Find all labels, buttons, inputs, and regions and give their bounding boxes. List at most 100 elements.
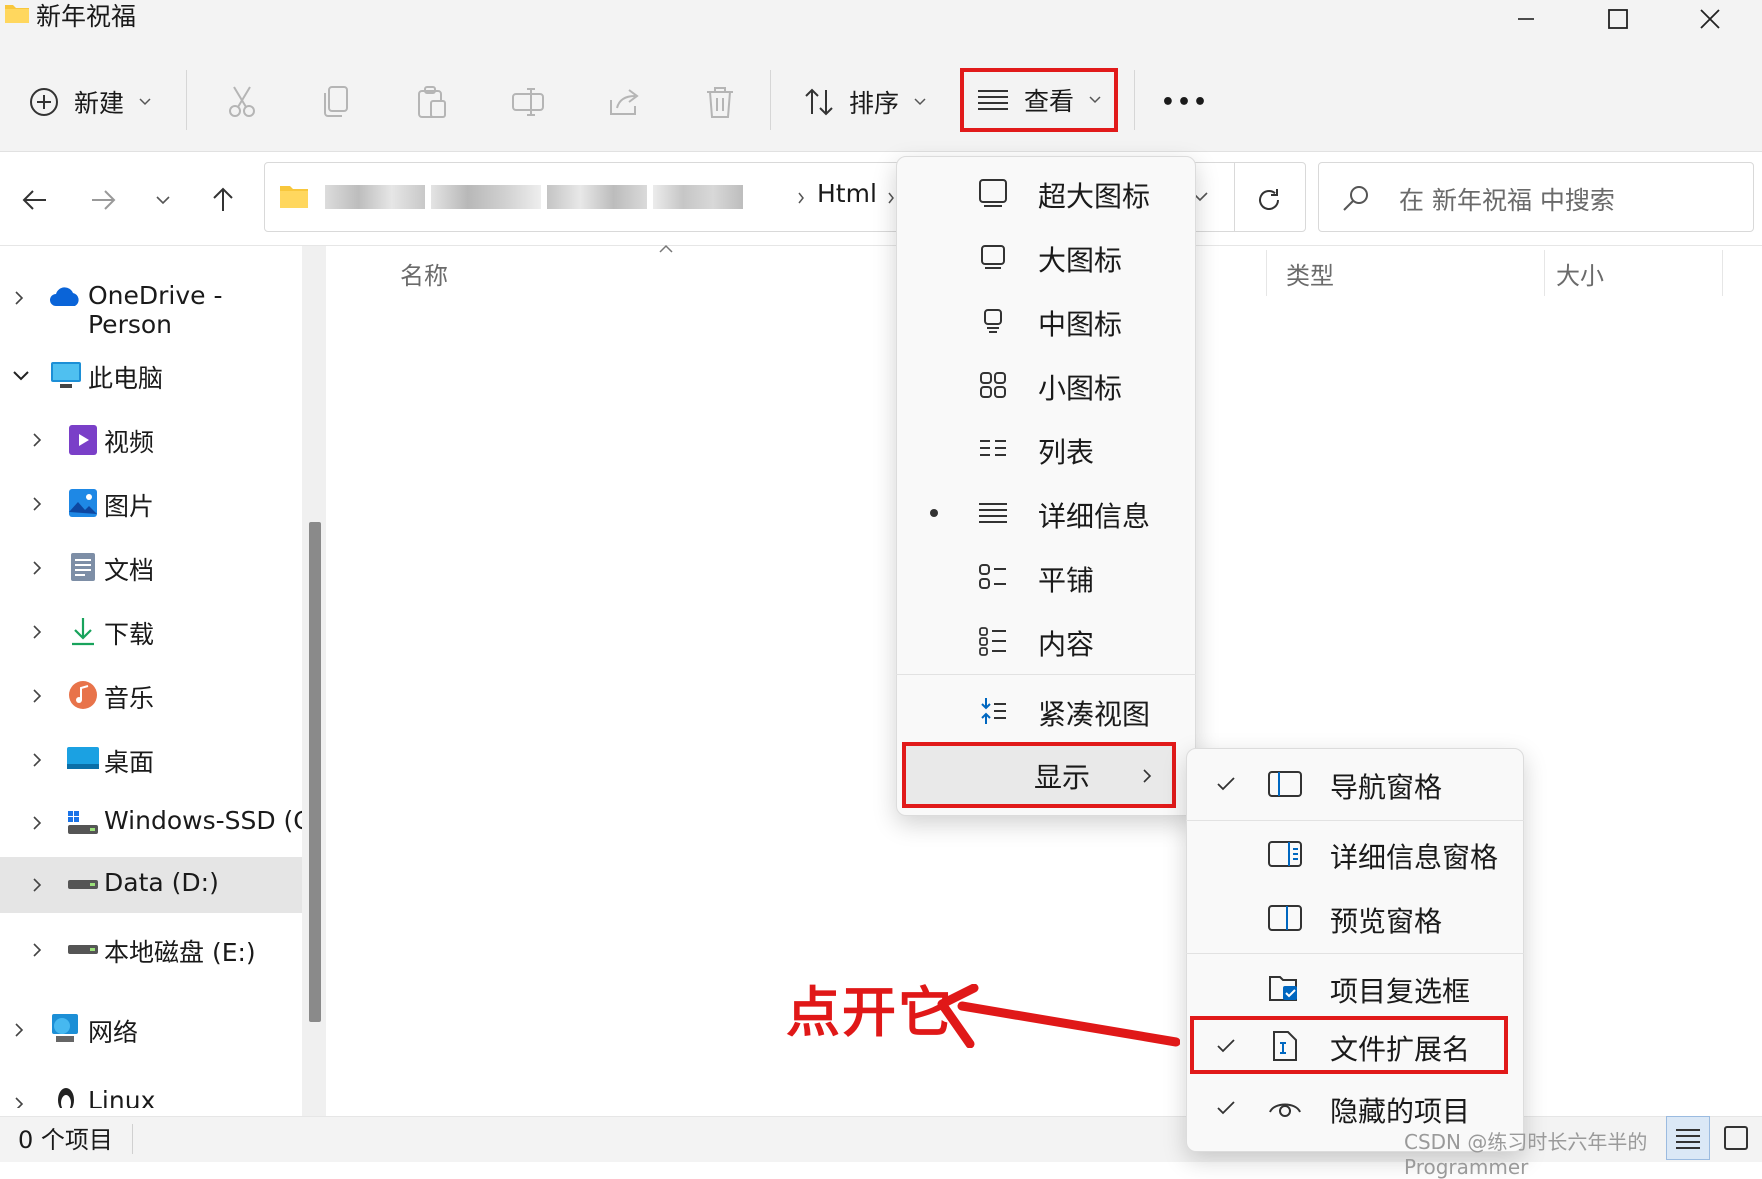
drive-icon xyxy=(68,945,98,954)
arrow-up-icon xyxy=(213,187,233,211)
sort-button[interactable]: 排序 xyxy=(800,58,930,146)
sidebar-item-drive-d[interactable]: Data (D:) xyxy=(0,857,302,913)
item-checkbox-icon xyxy=(1268,971,1302,1005)
view-button[interactable]: 查看 xyxy=(960,68,1118,132)
menu-item-tiles[interactable]: 平铺 xyxy=(896,547,1196,607)
chevron-right-icon xyxy=(33,878,42,892)
annotation-arrow-icon xyxy=(937,984,1180,1048)
sidebar-item-music[interactable]: 音乐 xyxy=(0,666,302,726)
column-divider xyxy=(1544,250,1545,296)
column-header-name[interactable]: 名称 xyxy=(400,256,448,291)
details-view-icon xyxy=(977,90,1008,110)
sidebar-item-downloads[interactable]: 下载 xyxy=(0,602,302,662)
toolbar-separator xyxy=(770,70,771,130)
breadcrumb-html[interactable]: Html xyxy=(817,179,877,208)
menu-item-medium-icons[interactable]: 中图标 xyxy=(896,291,1196,351)
chevron-down-icon xyxy=(914,98,926,106)
forward-button[interactable] xyxy=(78,170,128,230)
sidebar-item-this-pc[interactable]: 此电脑 xyxy=(0,346,302,406)
arrow-left-icon xyxy=(22,190,46,210)
column-header-type[interactable]: 类型 xyxy=(1286,256,1334,291)
column-header-size[interactable]: 大小 xyxy=(1556,256,1604,291)
rename-icon xyxy=(512,88,544,116)
submenu-item-item-checkboxes[interactable]: 项目复选框 xyxy=(1186,958,1524,1018)
minimize-button[interactable] xyxy=(1480,0,1572,38)
cut-button[interactable] xyxy=(216,58,268,146)
paste-button[interactable] xyxy=(406,58,458,146)
download-icon xyxy=(72,618,94,646)
maximize-button[interactable] xyxy=(1572,0,1664,38)
menu-item-extra-large-icons[interactable]: 超大图标 xyxy=(896,163,1196,223)
sidebar-item-pictures[interactable]: 图片 xyxy=(0,474,302,534)
view-label: 查看 xyxy=(1023,87,1074,116)
chevron-right-icon xyxy=(33,689,42,703)
checkmark-icon xyxy=(1217,1039,1235,1053)
copy-button[interactable] xyxy=(310,58,362,146)
submenu-item-preview-pane[interactable]: 预览窗格 xyxy=(1186,888,1524,948)
computer-icon xyxy=(51,362,81,388)
blurred-breadcrumb xyxy=(325,185,795,211)
sidebar-item-drive-e[interactable]: 本地磁盘 (E:) xyxy=(0,920,302,980)
sidebar-item-label: Data (D:) xyxy=(104,868,219,897)
chevron-down-icon xyxy=(139,98,151,106)
menu-item-compact-view[interactable]: 紧凑视图 xyxy=(896,681,1196,741)
refresh-button[interactable] xyxy=(1244,170,1294,230)
back-button[interactable] xyxy=(10,170,60,230)
menu-item-show[interactable]: 显示 xyxy=(902,742,1176,808)
delete-button[interactable] xyxy=(694,58,746,146)
minimize-icon xyxy=(1518,18,1534,20)
copy-icon xyxy=(324,86,348,117)
plus-circle-icon xyxy=(29,88,58,116)
menu-item-label: 列表 xyxy=(1038,436,1095,469)
submenu-item-navigation-pane[interactable]: 导航窗格 xyxy=(1186,754,1524,814)
compact-view-icon xyxy=(976,694,1010,728)
sidebar-scrollbar-thumb[interactable] xyxy=(309,522,321,1022)
menu-item-list[interactable]: 列表 xyxy=(896,419,1196,479)
menu-item-small-icons[interactable]: 小图标 xyxy=(896,355,1196,415)
menu-item-content[interactable]: 内容 xyxy=(896,611,1196,671)
rename-button[interactable] xyxy=(502,58,554,146)
sidebar-item-label: 视频 xyxy=(104,428,155,457)
address-divider xyxy=(1234,162,1235,232)
menu-item-large-icons[interactable]: 大图标 xyxy=(896,227,1196,287)
menu-separator xyxy=(1186,953,1524,954)
selected-dot xyxy=(930,509,938,517)
sidebar-item-label: 音乐 xyxy=(104,684,155,713)
sidebar-item-linux[interactable]: Linux xyxy=(0,1084,302,1108)
close-button[interactable] xyxy=(1664,0,1756,38)
toolbar-separator xyxy=(1134,70,1135,130)
sidebar-item-onedrive[interactable]: OneDrive - Person xyxy=(0,268,302,339)
sidebar-item-label: 网络 xyxy=(88,1018,139,1047)
sidebar-item-network[interactable]: 网络 xyxy=(0,1000,302,1060)
menu-item-details[interactable]: 详细信息 xyxy=(896,483,1196,543)
submenu-item-file-extensions[interactable]: 文件扩展名 xyxy=(1190,1016,1508,1074)
sidebar-item-documents[interactable]: 文档 xyxy=(0,538,302,598)
column-divider xyxy=(1722,250,1723,296)
details-pane-icon xyxy=(1268,837,1302,871)
close-icon xyxy=(1700,9,1720,29)
share-button[interactable] xyxy=(598,58,650,146)
menu-item-label: 内容 xyxy=(1038,628,1095,661)
search-box[interactable]: 在 新年祝福 中搜索 xyxy=(1318,162,1754,232)
sidebar-item-videos[interactable]: 视频 xyxy=(0,410,302,470)
preview-pane-icon xyxy=(1268,901,1302,935)
chevron-right-icon xyxy=(888,192,894,204)
up-button[interactable] xyxy=(198,170,248,230)
new-button[interactable]: 新建 xyxy=(20,58,160,146)
windows-drive-icon xyxy=(68,811,98,834)
sidebar-item-desktop[interactable]: 桌面 xyxy=(0,730,302,790)
sort-label: 排序 xyxy=(848,89,899,118)
sidebar-item-drive-c[interactable]: Windows-SSD (C: xyxy=(0,793,319,853)
menu-separator xyxy=(896,674,1196,675)
menu-item-label: 小图标 xyxy=(1038,372,1123,405)
file-extension-icon xyxy=(1268,1029,1302,1063)
recent-locations-button[interactable] xyxy=(138,170,188,230)
refresh-icon xyxy=(1259,189,1279,210)
chevron-down-icon xyxy=(1089,96,1101,104)
checkmark-icon xyxy=(1217,777,1235,791)
pictures-icon xyxy=(69,489,97,517)
list-view-icon xyxy=(976,432,1010,466)
submenu-item-details-pane[interactable]: 详细信息窗格 xyxy=(1186,824,1524,884)
large-icons-icon xyxy=(976,240,1010,274)
more-button[interactable]: ••• xyxy=(1150,58,1220,146)
